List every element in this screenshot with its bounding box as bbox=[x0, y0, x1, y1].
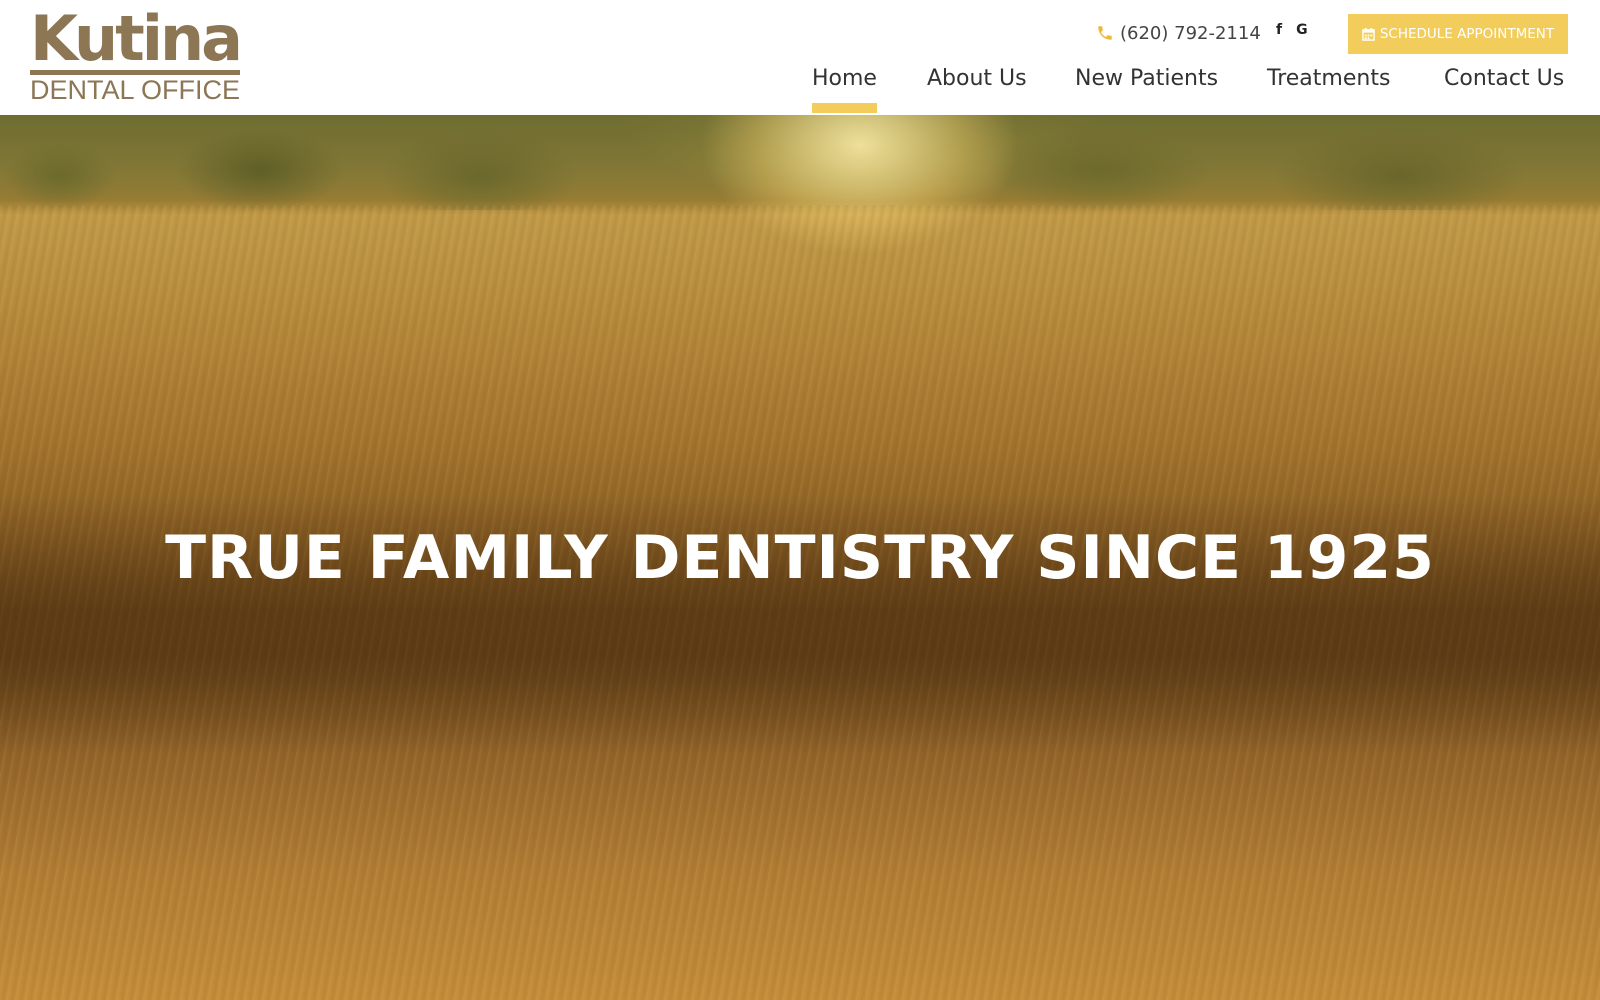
phone-link[interactable]: (620) 792-2114 bbox=[1096, 21, 1261, 45]
phone-icon bbox=[1098, 26, 1112, 40]
nav-item-home[interactable]: Home bbox=[812, 66, 877, 115]
nav-item-new-patients[interactable]: New Patients bbox=[1075, 66, 1218, 115]
main-nav: Home About Us New Patients Treatments Co… bbox=[0, 66, 1600, 115]
nav-item-contact-us[interactable]: Contact Us bbox=[1444, 66, 1564, 115]
phone-number: (620) 792-2114 bbox=[1120, 22, 1261, 44]
logo-name: Kutina bbox=[30, 2, 243, 75]
site-header: Kutina DENTAL OFFICE (620) 792-2114 f G … bbox=[0, 0, 1600, 115]
schedule-label: SCHEDULE APPOINTMENT bbox=[1379, 26, 1555, 42]
social-links: f G bbox=[1276, 22, 1308, 38]
hero-title: TRUE FAMILY DENTISTRY SINCE 1925 bbox=[165, 523, 1435, 593]
hero-banner: TRUE FAMILY DENTISTRY SINCE 1925 bbox=[0, 115, 1600, 1000]
google-icon[interactable]: G bbox=[1296, 22, 1308, 38]
calendar-icon bbox=[1362, 27, 1375, 41]
schedule-appointment-button[interactable]: SCHEDULE APPOINTMENT bbox=[1348, 14, 1568, 54]
nav-item-treatments[interactable]: Treatments bbox=[1267, 66, 1390, 115]
nav-item-about-us[interactable]: About Us bbox=[927, 66, 1027, 115]
facebook-icon[interactable]: f bbox=[1276, 22, 1282, 38]
